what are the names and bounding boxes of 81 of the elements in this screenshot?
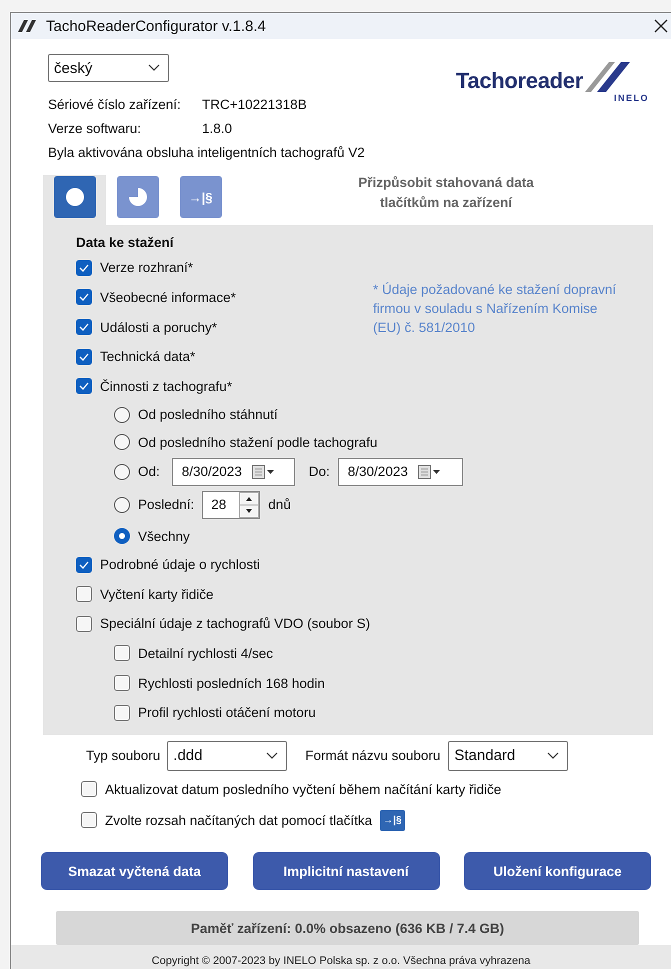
info-value: 1.8.0 [202,120,232,136]
field-label: Formát názvu souboru [305,748,440,764]
checkbox-label: Aktualizovat datum posledního vyčtení během načítání karty řidiče [105,782,502,797]
window-title: TachoReaderConfigurator v.1.8.4 [46,18,267,35]
copyright-text: Copyright © 2007-2023 by INELO Polska sp. z o.o. Všechna práva vyhrazena [11,945,671,969]
check-icon [79,264,89,272]
checkbox-label: Události a poruchy* [100,320,218,335]
app-icon [17,20,37,32]
checkbox[interactable] [114,704,130,721]
circle-icon [66,188,84,206]
checkbox[interactable] [81,812,97,828]
chevron-icon [148,64,160,72]
close-icon[interactable] [653,18,669,34]
radio-button[interactable] [114,496,130,513]
footnote-text: * Údaje požadované ke stažení dopravní firmou v souladu s Nařízením Komise (EU) č. 581/2010 [373,281,618,338]
checkbox-label: Všeobecné informace* [100,290,236,305]
check-icon [79,323,89,332]
calendar-icon [418,464,440,479]
dropdown[interactable]: .ddd [167,740,288,771]
action-button[interactable]: Uložení konfigurace [464,852,651,890]
date-field[interactable]: 8/30/2023 [172,458,295,486]
checkbox-label: Zvolte rozsah načítaných dat pomocí tlačítka [105,812,372,828]
info-value: TRC+10221318B [202,96,307,112]
checkbox[interactable] [114,675,130,692]
radio-button[interactable] [114,406,130,423]
checkbox[interactable] [76,348,92,365]
pie-icon [128,188,146,206]
action-button[interactable]: Smazat vyčtená data [41,852,228,890]
radio-label: Od posledního stažení podle tachografu [138,434,378,450]
checkbox[interactable] [76,260,92,276]
checkbox-label: Vyčtení karty řidiče [100,586,214,602]
checkbox-label: Rychlosti posledních 168 hodin [138,676,325,691]
checkbox-label: Detailní rychlosti 4/sec [138,646,274,661]
radio-label: Od posledního stáhnutí [138,407,278,422]
field-label: Do: [308,464,330,480]
range-button[interactable]: →|§ [380,810,404,830]
date-field[interactable]: 8/30/2023 [338,458,463,486]
radio-label: Všechny [138,528,190,544]
radio-label: Od: [138,464,160,480]
checkbox[interactable] [114,645,130,662]
checkbox[interactable] [76,556,92,573]
checkbox-label: Speciální údaje z tachografů VDO (soubor S) [100,616,370,632]
check-icon [79,293,89,302]
checkbox[interactable] [81,781,97,798]
days-spinner[interactable]: 28 [202,490,260,519]
checkbox-label: Činnosti z tachografu* [100,378,232,394]
checkbox[interactable] [76,378,92,394]
check-icon [79,382,89,390]
info-label: Verze softwaru: [48,120,142,136]
check-icon [79,560,89,569]
info-label: Sériové číslo zařízení: [48,96,182,112]
calendar-icon [252,464,274,479]
chevron-icon [547,752,560,760]
checkbox[interactable] [76,289,92,306]
memory-status-bar: Paměť zařízení: 0.0% obsazeno (636 KB / 7.4 GB) [56,911,639,945]
check-icon [79,352,89,361]
checkbox-label: Podrobné údaje o rychlosti [100,557,260,572]
notice-text: Byla aktivována obsluha inteligentních tachografů V2 [48,144,366,162]
spinner-arrows-icon[interactable] [239,492,260,518]
radio-button[interactable] [114,434,130,450]
field-label: Typ souboru [86,748,160,764]
chevron-icon [266,752,278,760]
tab[interactable] [54,176,96,218]
checkbox[interactable] [76,319,92,336]
radio-label: Poslední: [138,497,194,512]
dropdown[interactable]: Standard [448,740,568,771]
unit-label: dnů [268,497,291,512]
action-button[interactable]: Implicitní nastavení [252,852,440,890]
checkbox-label: Technická data* [100,349,196,364]
logo-subtext: INELO [614,93,649,104]
logo-text: Tachoreader [456,68,583,94]
radio-button[interactable] [114,464,130,480]
checkbox[interactable] [76,586,92,602]
checkbox-label: Verze rozhraní* [100,260,194,276]
radio-button[interactable] [114,528,130,544]
tab[interactable] [116,176,158,218]
section-title: Data ke stažení [76,234,175,252]
checkbox[interactable] [76,616,92,632]
tabs-caption: Přizpůsobit stahovaná data tlačítkům na zařízení [357,174,535,212]
checkbox-label: Profil rychlosti otáčení motoru [138,705,316,720]
language-dropdown[interactable]: český [48,54,169,82]
